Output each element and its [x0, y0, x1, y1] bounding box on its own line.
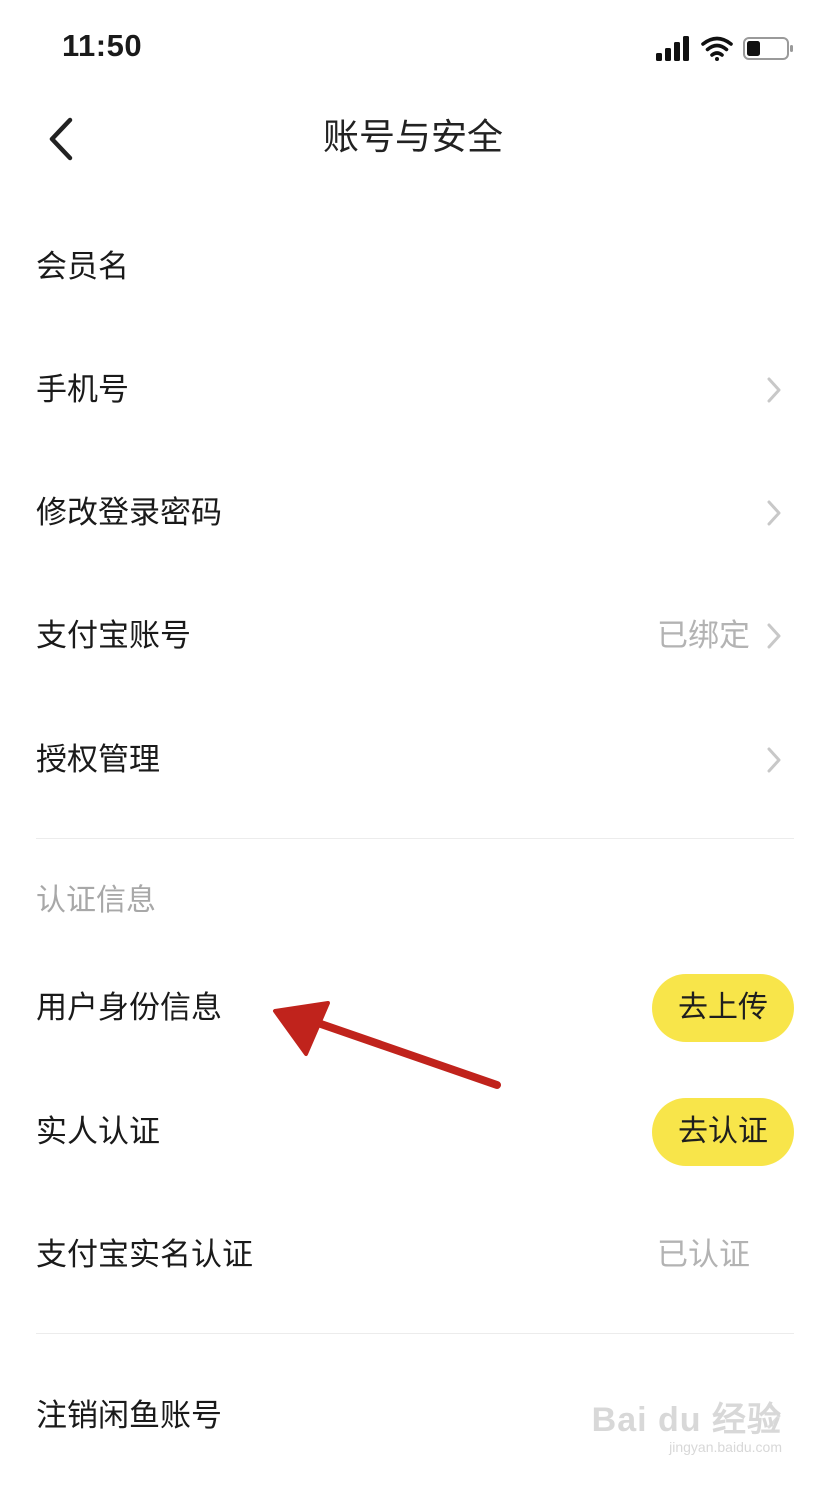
section-divider — [36, 838, 794, 839]
upload-button[interactable]: 去上传 — [652, 974, 794, 1042]
section-divider — [36, 1333, 794, 1334]
chevron-right-icon — [767, 1403, 781, 1429]
row-label: 修改登录密码 — [36, 495, 222, 531]
wifi-icon — [701, 36, 733, 61]
row-label: 注销闲鱼账号 — [36, 1398, 222, 1434]
row-label: 支付宝实名认证 — [36, 1237, 253, 1273]
row-label: 用户身份信息 — [36, 990, 222, 1026]
alipay-verified-status: 已认证 — [657, 1237, 750, 1273]
row-real-person-verification: 实人认证 去认证 — [0, 1077, 826, 1187]
row-label: 授权管理 — [36, 742, 160, 778]
row-authorization-management[interactable]: 授权管理 — [0, 705, 826, 815]
row-member-name[interactable]: 会员名 — [0, 212, 826, 322]
status-time: 11:50 — [62, 28, 143, 63]
section-header-auth-info: 认证信息 — [36, 883, 156, 918]
chevron-right-icon — [767, 623, 781, 649]
row-cancel-account[interactable]: 注销闲鱼账号 — [0, 1361, 826, 1471]
page-title: 账号与安全 — [322, 117, 503, 158]
row-change-password[interactable]: 修改登录密码 — [0, 458, 826, 568]
row-alipay-realname-verification: 支付宝实名认证 已认证 — [0, 1200, 826, 1310]
verify-button[interactable]: 去认证 — [652, 1098, 794, 1166]
chevron-right-icon — [767, 377, 781, 403]
battery-icon — [743, 37, 793, 60]
row-label: 会员名 — [36, 249, 129, 285]
cellular-signal-icon — [656, 36, 689, 61]
chevron-right-icon — [767, 500, 781, 526]
row-label: 实人认证 — [36, 1114, 160, 1150]
row-user-identity-info: 用户身份信息 去上传 — [0, 953, 826, 1063]
row-alipay-account[interactable]: 支付宝账号 已绑定 — [0, 581, 826, 691]
row-phone[interactable]: 手机号 — [0, 335, 826, 445]
row-label: 支付宝账号 — [36, 618, 191, 654]
status-icons — [656, 36, 793, 61]
alipay-bound-status: 已绑定 — [657, 618, 750, 654]
status-bar: 11:50 — [0, 0, 826, 96]
row-label: 手机号 — [36, 372, 129, 408]
chevron-right-icon — [767, 747, 781, 773]
nav-bar: 账号与安全 — [0, 96, 826, 182]
